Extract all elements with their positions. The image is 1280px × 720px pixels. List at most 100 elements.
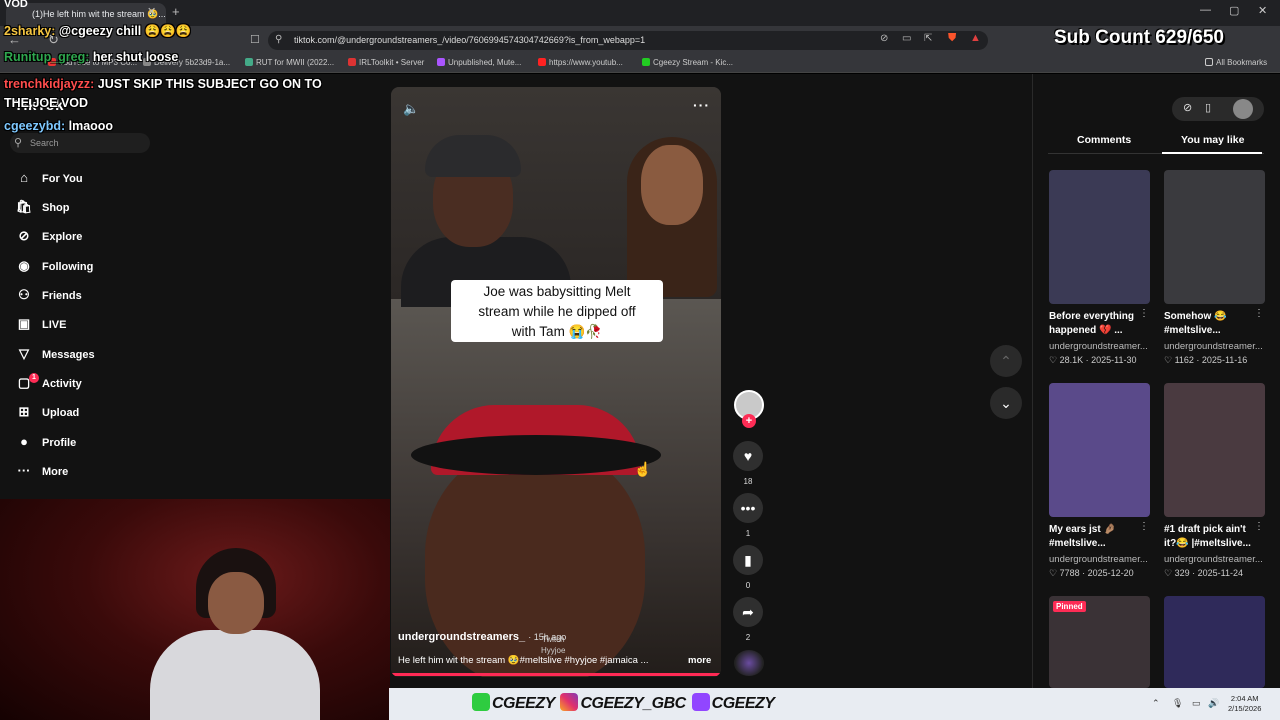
card-meta: ♡ 1162 · 2025-11-16	[1164, 355, 1248, 365]
bookmark-item[interactable]: Cgeezy Stream - Kic...	[642, 58, 733, 67]
network-icon[interactable]: ▭	[1192, 698, 1201, 709]
card-options-icon[interactable]: ⋮	[1139, 308, 1149, 319]
card-title[interactable]: #meltslive...	[1049, 537, 1153, 551]
video-card-thumbnail[interactable]	[1049, 170, 1150, 304]
video-card-thumbnail[interactable]	[1164, 170, 1265, 304]
video-card-thumbnail[interactable]	[1049, 383, 1150, 517]
video-player[interactable]: Joe was babysitting Melt stream while he…	[391, 87, 721, 677]
bookmark-item[interactable]: RUT for MWII (2022...	[245, 58, 334, 67]
sidebar-item-label: Upload	[42, 407, 80, 419]
card-options-icon[interactable]: ⋮	[1139, 521, 1149, 532]
sidebar-item-upload[interactable]: ⊞ Upload	[14, 404, 80, 426]
prev-video-icon[interactable]: ⌃	[990, 345, 1022, 377]
cap-brim	[411, 435, 661, 475]
music-disc-icon[interactable]	[734, 650, 764, 676]
sidebar-item-label: LIVE	[42, 319, 67, 331]
sidebar-item-friends[interactable]: ⚇ Friends	[14, 287, 82, 309]
card-title[interactable]: #1 draft pick ain't	[1164, 523, 1268, 537]
card-options-icon[interactable]: ⋮	[1254, 521, 1264, 532]
mic-icon[interactable]: 🎙	[1172, 698, 1183, 709]
tab-you-may-like[interactable]: You may like	[1181, 134, 1244, 146]
card-options-icon[interactable]: ⋮	[1254, 308, 1264, 319]
kick-icon	[472, 693, 490, 711]
system-clock[interactable]: 2:04 AM 2/15/2026	[1228, 694, 1261, 714]
social-handles-overlay: CGEEZY CGEEZY_GBC CGEEZY	[470, 693, 775, 713]
chat-text: her shut loose	[92, 50, 179, 64]
maximize-icon[interactable]: ▢	[1229, 4, 1239, 17]
card-title[interactable]: Somehow 😂	[1164, 310, 1268, 324]
twitch-icon	[691, 693, 710, 711]
active-tab-indicator	[1162, 152, 1262, 154]
tab-comments[interactable]: Comments	[1077, 134, 1131, 146]
card-author: undergroundstreamer...	[1164, 554, 1263, 565]
close-window-icon[interactable]: ✕	[1258, 4, 1267, 17]
volume-tray-icon[interactable]: 🔊	[1208, 698, 1219, 709]
card-title[interactable]: #meltslive...	[1164, 324, 1268, 338]
save-icon[interactable]: ▮	[733, 545, 763, 575]
comment-icon[interactable]: •••	[733, 493, 763, 523]
video-description: He left him wit the stream 🥹#meltslive #…	[398, 655, 649, 666]
card-title[interactable]: happened 💔 ...	[1049, 324, 1153, 338]
video-card-thumbnail[interactable]	[1164, 383, 1265, 517]
video-author[interactable]: undergroundstreamers_ · 15h ago	[398, 631, 566, 643]
bookmark-icon[interactable]: ☐	[250, 33, 260, 46]
next-video-icon[interactable]: ⌄	[990, 387, 1022, 419]
like-icon[interactable]: ♥	[733, 441, 763, 471]
video-options-icon[interactable]: ···	[693, 97, 710, 113]
instagram-icon	[560, 693, 579, 711]
search-input[interactable]: Search	[10, 133, 150, 153]
extension-icon-1[interactable]: ⊘	[880, 33, 888, 44]
description-more-link[interactable]: more	[688, 655, 711, 666]
minimize-icon[interactable]: —	[1200, 4, 1211, 16]
sidebar-item-label: Shop	[42, 202, 70, 214]
activity-badge: 1	[29, 373, 39, 383]
streamer-body	[150, 630, 320, 720]
sidebar-item-following[interactable]: ◉ Following	[14, 258, 93, 280]
follow-plus-icon[interactable]: +	[742, 414, 756, 428]
video-caption: Joe was babysitting Melt stream while he…	[451, 280, 663, 342]
card-author: undergroundstreamer...	[1049, 554, 1148, 565]
sidebar-item-profile[interactable]: ● Profile	[14, 434, 76, 456]
bookmarks-bar: YouTube to MP3 Co... Delivery 5b23d9-1a.…	[0, 54, 1280, 73]
bookmark-item[interactable]: Unpublished, Mute...	[437, 58, 521, 67]
woman-face	[641, 145, 703, 225]
sidebar-item-for-you[interactable]: ⌂ For You	[14, 170, 82, 192]
coins-icon[interactable]: ⊘	[1183, 101, 1192, 114]
bookmark-item[interactable]: https://www.youtub...	[538, 58, 623, 67]
rewards-icon[interactable]: ▲	[970, 32, 981, 44]
card-title[interactable]: it?😂 |#meltslive...	[1164, 537, 1268, 551]
card-title[interactable]: Before everything	[1049, 310, 1153, 324]
sidebar-item-live[interactable]: ▣ LIVE	[14, 316, 67, 338]
more-icon: ···	[17, 463, 31, 478]
tray-chevron-icon[interactable]: ⌃	[1152, 698, 1160, 709]
site-info-icon[interactable]: ⚲	[275, 34, 282, 45]
new-tab-icon[interactable]: +	[172, 4, 180, 19]
browser-tab[interactable]: (1)He left him wit the stream 🥹...	[6, 3, 166, 26]
share-icon[interactable]: ⇱	[924, 33, 932, 44]
video-progress-bar[interactable]	[391, 673, 721, 676]
pinned-badge: Pinned	[1053, 601, 1086, 612]
chat-username: 2sharky:	[4, 24, 56, 38]
video-card-thumbnail[interactable]	[1164, 596, 1265, 688]
sidebar-item-activity[interactable]: ▢ Activity 1	[14, 373, 82, 397]
sidebar-item-more[interactable]: ··· More	[14, 463, 69, 485]
sub-count-overlay: Sub Count 629/650	[1054, 27, 1224, 48]
volume-icon[interactable]: 🔈	[403, 101, 419, 117]
sidebar-item-messages[interactable]: ▽ Messages	[14, 346, 95, 368]
device-icon[interactable]: ▯	[1205, 101, 1211, 114]
sidebar-item-shop[interactable]: 🛍 Shop	[14, 199, 70, 221]
user-avatar[interactable]	[1233, 99, 1253, 119]
sidebar-item-explore[interactable]: ⊘ Explore	[14, 228, 83, 250]
tab-close-icon[interactable]: ✕	[147, 5, 156, 18]
shop-icon: 🛍	[15, 199, 33, 214]
extension-icon-2[interactable]: ▭	[902, 33, 911, 44]
all-bookmarks[interactable]: All Bookmarks	[1205, 58, 1267, 67]
share-icon[interactable]: ➦	[733, 597, 763, 627]
card-meta: ♡ 7788 · 2025-12-20	[1049, 568, 1134, 578]
brave-shield-icon[interactable]: ⛊	[948, 32, 956, 45]
sidebar-item-label: Messages	[42, 349, 95, 361]
card-meta: ♡ 329 · 2025-11-24	[1164, 568, 1243, 578]
bookmark-item[interactable]: IRLToolkit • Server	[348, 58, 424, 67]
card-title[interactable]: My ears jst 🤌🏽	[1049, 523, 1153, 537]
chat-message: Runitup_greg: her shut loose	[4, 50, 178, 64]
